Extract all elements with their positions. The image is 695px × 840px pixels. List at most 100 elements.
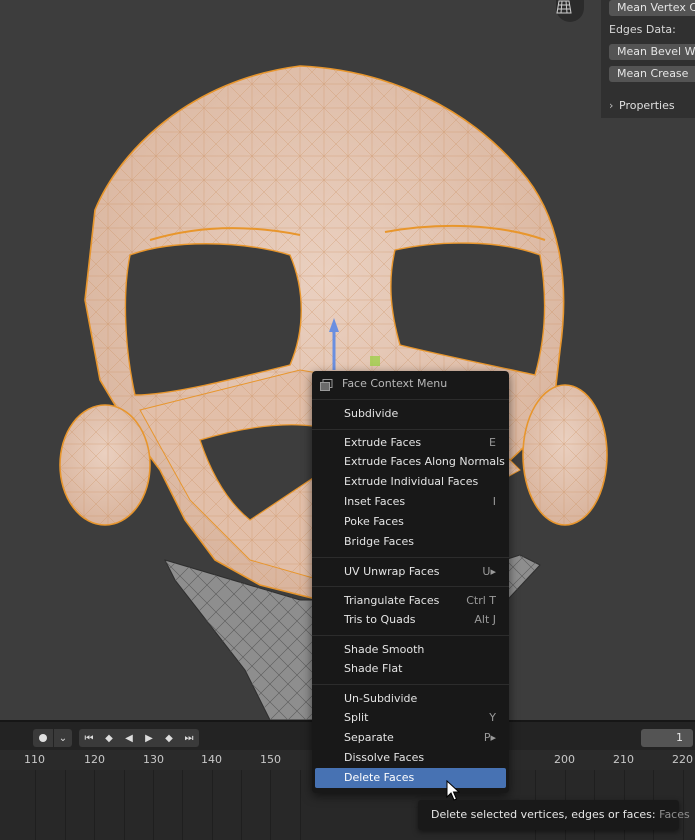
menu-item-dissolve-faces[interactable]: Dissolve Faces (315, 748, 506, 768)
menu-item-label: Inset Faces (344, 495, 406, 508)
tick-label: 210 (613, 753, 634, 766)
tick-label: 140 (201, 753, 222, 766)
menu-separator (312, 586, 509, 587)
grid-line (35, 770, 36, 840)
grid-line (182, 770, 183, 840)
tick-label: 110 (24, 753, 45, 766)
menu-item-label: Delete Faces (344, 771, 415, 784)
play-button[interactable]: ▶ (139, 729, 159, 747)
tick-label: 150 (260, 753, 281, 766)
face-context-menu: Face Context Menu Subdivide Extrude Face… (312, 371, 509, 793)
menu-separator (312, 429, 509, 430)
grid-line (94, 770, 95, 840)
next-keyframe-icon: ◆ (165, 732, 173, 744)
grid-icon (556, 0, 572, 14)
menu-item-shade-flat[interactable]: Shade Flat (315, 659, 506, 679)
menu-item-label: Poke Faces (344, 515, 404, 528)
prev-keyframe-icon: ◆ (105, 732, 113, 744)
menu-item-label: Bridge Faces (344, 535, 414, 548)
grid-line (241, 770, 242, 840)
mean-crease-field[interactable]: Mean Crease (609, 66, 695, 82)
mesh-icon (320, 379, 333, 394)
menu-item-label: Extrude Individual Faces (344, 475, 479, 488)
current-frame-field[interactable]: 1 (641, 729, 693, 747)
menu-separator (312, 557, 509, 558)
menu-item-shortcut: P▸ (483, 731, 496, 744)
menu-item-shortcut: I (492, 495, 496, 508)
menu-item-extrude-along-normals[interactable]: Extrude Faces Along Normals (315, 452, 506, 472)
menu-item-shortcut: E (489, 436, 496, 449)
menu-item-label: UV Unwrap Faces (344, 565, 440, 578)
properties-label: Properties (619, 99, 675, 112)
menu-item-split[interactable]: Split Y (315, 708, 506, 728)
menu-item-inset-faces[interactable]: Inset Faces I (315, 492, 506, 512)
menu-item-label: Shade Flat (344, 662, 403, 675)
grid-line (153, 770, 154, 840)
jump-end-button[interactable]: ⏭ (179, 729, 199, 747)
jump-start-button[interactable]: ⏮ (79, 729, 99, 747)
menu-title: Face Context Menu (342, 377, 448, 390)
tick-label: 200 (554, 753, 575, 766)
menu-item-bridge-faces[interactable]: Bridge Faces (315, 532, 506, 552)
play-reverse-icon: ◀ (125, 732, 133, 744)
record-button[interactable] (33, 729, 53, 747)
menu-separator (312, 635, 509, 636)
tooltip-python-value: Faces (659, 808, 690, 821)
menu-item-extrude-faces[interactable]: Extrude Faces E (315, 433, 506, 453)
menu-item-label: Extrude Faces Along Normals (344, 455, 505, 468)
menu-item-label: Separate (344, 731, 394, 744)
keying-dropdown[interactable]: ⌄ (54, 729, 72, 747)
record-icon (39, 734, 47, 742)
menu-item-triangulate[interactable]: Triangulate Faces Ctrl T (315, 591, 506, 611)
menu-separator (312, 399, 509, 400)
sidebar-n-panel: Mean Vertex C Edges Data: Mean Bevel W M… (601, 0, 695, 118)
menu-item-label: Un-Subdivide (344, 692, 418, 705)
menu-item-shortcut: U▸ (482, 565, 496, 578)
menu-item-separate[interactable]: Separate P▸ (315, 728, 506, 748)
tick-label: 120 (84, 753, 105, 766)
menu-item-label: Tris to Quads (344, 613, 416, 626)
menu-separator (312, 684, 509, 685)
menu-item-shade-smooth[interactable]: Shade Smooth (315, 640, 506, 660)
next-keyframe-button[interactable]: ◆ (159, 729, 179, 747)
menu-item-un-subdivide[interactable]: Un-Subdivide (315, 689, 506, 709)
grid-line (683, 770, 684, 840)
menu-item-shortcut: Ctrl T (466, 594, 496, 607)
grid-line (300, 770, 301, 840)
mean-bevel-field[interactable]: Mean Bevel W (609, 44, 695, 60)
menu-item-label: Shade Smooth (344, 643, 425, 656)
prev-keyframe-button[interactable]: ◆ (99, 729, 119, 747)
mean-vertex-field[interactable]: Mean Vertex C (609, 0, 695, 16)
jump-start-icon: ⏮ (84, 732, 94, 744)
menu-item-tris-to-quads[interactable]: Tris to Quads Alt J (315, 610, 506, 630)
menu-item-poke-faces[interactable]: Poke Faces (315, 512, 506, 532)
tooltip-description: Delete selected vertices, edges or faces… (431, 808, 656, 821)
chevron-down-icon: ⌄ (58, 732, 68, 744)
tick-label: 220 (672, 753, 693, 766)
menu-item-extrude-individual[interactable]: Extrude Individual Faces (315, 472, 506, 492)
edges-data-label: Edges Data: (609, 23, 676, 36)
menu-item-delete-faces[interactable]: Delete Faces (315, 768, 506, 788)
tooltip: Delete selected vertices, edges or faces… (418, 800, 690, 830)
menu-item-label: Extrude Faces (344, 436, 422, 449)
play-icon: ▶ (145, 732, 153, 744)
menu-item-label: Dissolve Faces (344, 751, 425, 764)
grid-line (65, 770, 66, 840)
jump-end-icon: ⏭ (184, 732, 194, 744)
menu-item-shortcut: Alt J (474, 613, 496, 626)
tick-label: 130 (143, 753, 164, 766)
mouse-cursor-icon (446, 780, 460, 801)
grid-line (124, 770, 125, 840)
play-reverse-button[interactable]: ◀ (119, 729, 139, 747)
menu-item-label: Triangulate Faces (344, 594, 440, 607)
menu-item-label: Subdivide (344, 407, 399, 420)
chevron-right-icon: › (609, 99, 614, 112)
menu-item-uv-unwrap[interactable]: UV Unwrap Faces U▸ (315, 562, 506, 582)
menu-item-label: Split (344, 711, 369, 724)
menu-item-shortcut: Y (489, 711, 496, 724)
grid-line (212, 770, 213, 840)
grid-line (270, 770, 271, 840)
properties-panel-header[interactable]: › Properties (609, 99, 675, 112)
tooltip-text: Delete selected vertices, edges or faces… (431, 808, 690, 821)
menu-item-subdivide[interactable]: Subdivide (315, 404, 506, 424)
